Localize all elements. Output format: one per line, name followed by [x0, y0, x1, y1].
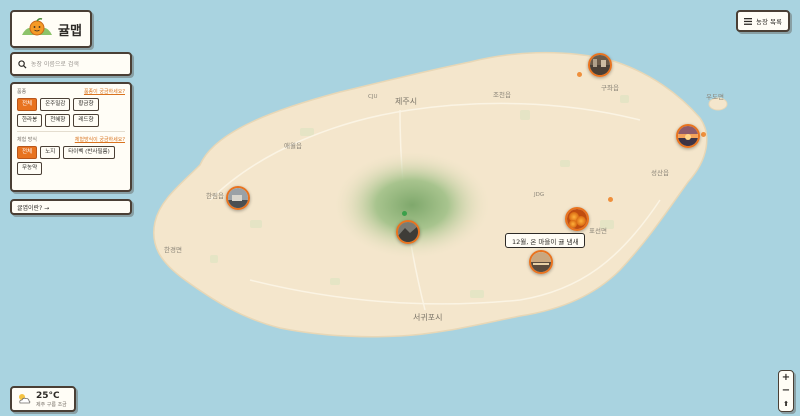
tangerine-photo[interactable]: [565, 207, 589, 231]
experience-chip-pesticide-free[interactable]: 무농약: [17, 162, 43, 175]
experience-chips: 전체 노지 타이벡 (반사필름) 무농약: [17, 146, 125, 175]
current-location-dot: [402, 211, 407, 216]
filter-panel: 품종 품종이 궁금하세요? 전체 온주밀감 황금향 한라봉 천혜향 레드향 체험…: [10, 82, 132, 192]
gujwa-farm-photo[interactable]: [588, 53, 612, 77]
label-jocheon: 조천읍: [493, 91, 511, 99]
hallasan-mountain: [332, 150, 492, 260]
label-seongsan: 성산읍: [651, 169, 669, 177]
app-logo[interactable]: 귤맵: [10, 10, 92, 48]
farm-dot[interactable]: [701, 132, 706, 137]
app-title: 귤맵: [58, 23, 82, 39]
variety-chip-hallabong[interactable]: 한라봉: [17, 114, 43, 127]
partly-cloudy-icon: [19, 394, 31, 404]
experience-help-link[interactable]: 체험방식이 궁금하세요?: [75, 136, 125, 143]
zoom-out-button[interactable]: −: [782, 385, 790, 396]
zoom-in-button[interactable]: +: [782, 372, 790, 383]
label-udo: 우도면: [706, 93, 724, 101]
label-cju-airport: CJU: [368, 94, 378, 100]
seongsan-sunrise-photo[interactable]: [676, 124, 700, 148]
label-hangyeong: 한경면: [164, 246, 182, 254]
variety-chip-hwanggeumhyang[interactable]: 황금향: [73, 98, 99, 111]
label-jdg-airport: JDG: [534, 192, 545, 198]
tangerine-logo-icon: [22, 18, 52, 36]
label-seogwipo: 서귀포시: [413, 313, 443, 322]
compass-button[interactable]: ⬆: [783, 399, 789, 410]
variety-help-link[interactable]: 품종이 궁금하세요?: [84, 88, 125, 95]
search-input[interactable]: [30, 60, 130, 68]
weather-widget: 25°C 제주 구름 조금: [10, 386, 76, 412]
farm-callout: 12월, 온 마을이 귤 냄새: [505, 233, 586, 248]
menu-icon: [744, 17, 752, 25]
variety-chip-all[interactable]: 전체: [17, 98, 38, 111]
search-box[interactable]: [10, 52, 132, 76]
hallim-village-photo[interactable]: [226, 186, 250, 210]
experience-filter-label: 체험 방식: [17, 137, 37, 143]
weather-description: 제주 구름 조금: [36, 401, 67, 408]
weather-temperature: 25°C: [36, 390, 60, 401]
variety-chip-redhyang[interactable]: 레드향: [73, 114, 99, 127]
filter-divider: [17, 131, 125, 132]
farm-list-label: 농장 목록: [756, 18, 782, 26]
hallasan-photo[interactable]: [396, 220, 420, 244]
variety-chips: 전체 온주밀감 황금향 한라봉 천혜향 레드향: [17, 98, 125, 127]
farm-dot[interactable]: [608, 197, 613, 202]
farm-dot[interactable]: [577, 72, 582, 77]
variety-chip-onjumilgam[interactable]: 온주밀감: [40, 98, 71, 111]
search-icon: [18, 59, 27, 69]
farm-list-button[interactable]: 농장 목록: [736, 10, 790, 32]
zoom-controls: + − ⬆: [778, 370, 794, 412]
experience-chip-open-field[interactable]: 노지: [40, 146, 61, 159]
experience-chip-all[interactable]: 전체: [17, 146, 38, 159]
label-aewol: 애월읍: [284, 142, 302, 150]
what-is-link[interactable]: 귤엽이란? →: [10, 199, 132, 215]
label-jeju-city: 제주시: [395, 97, 418, 106]
label-pyoseon: 표선면: [589, 227, 607, 235]
namwon-sunset-photo[interactable]: [529, 250, 553, 274]
label-gujwa: 구좌읍: [601, 84, 619, 92]
experience-chip-tyvek[interactable]: 타이벡 (반사필름): [63, 146, 115, 159]
variety-chip-cheonhyehyang[interactable]: 천혜향: [45, 114, 71, 127]
label-hallim: 한림읍: [206, 192, 224, 200]
variety-filter-label: 품종: [17, 89, 27, 95]
